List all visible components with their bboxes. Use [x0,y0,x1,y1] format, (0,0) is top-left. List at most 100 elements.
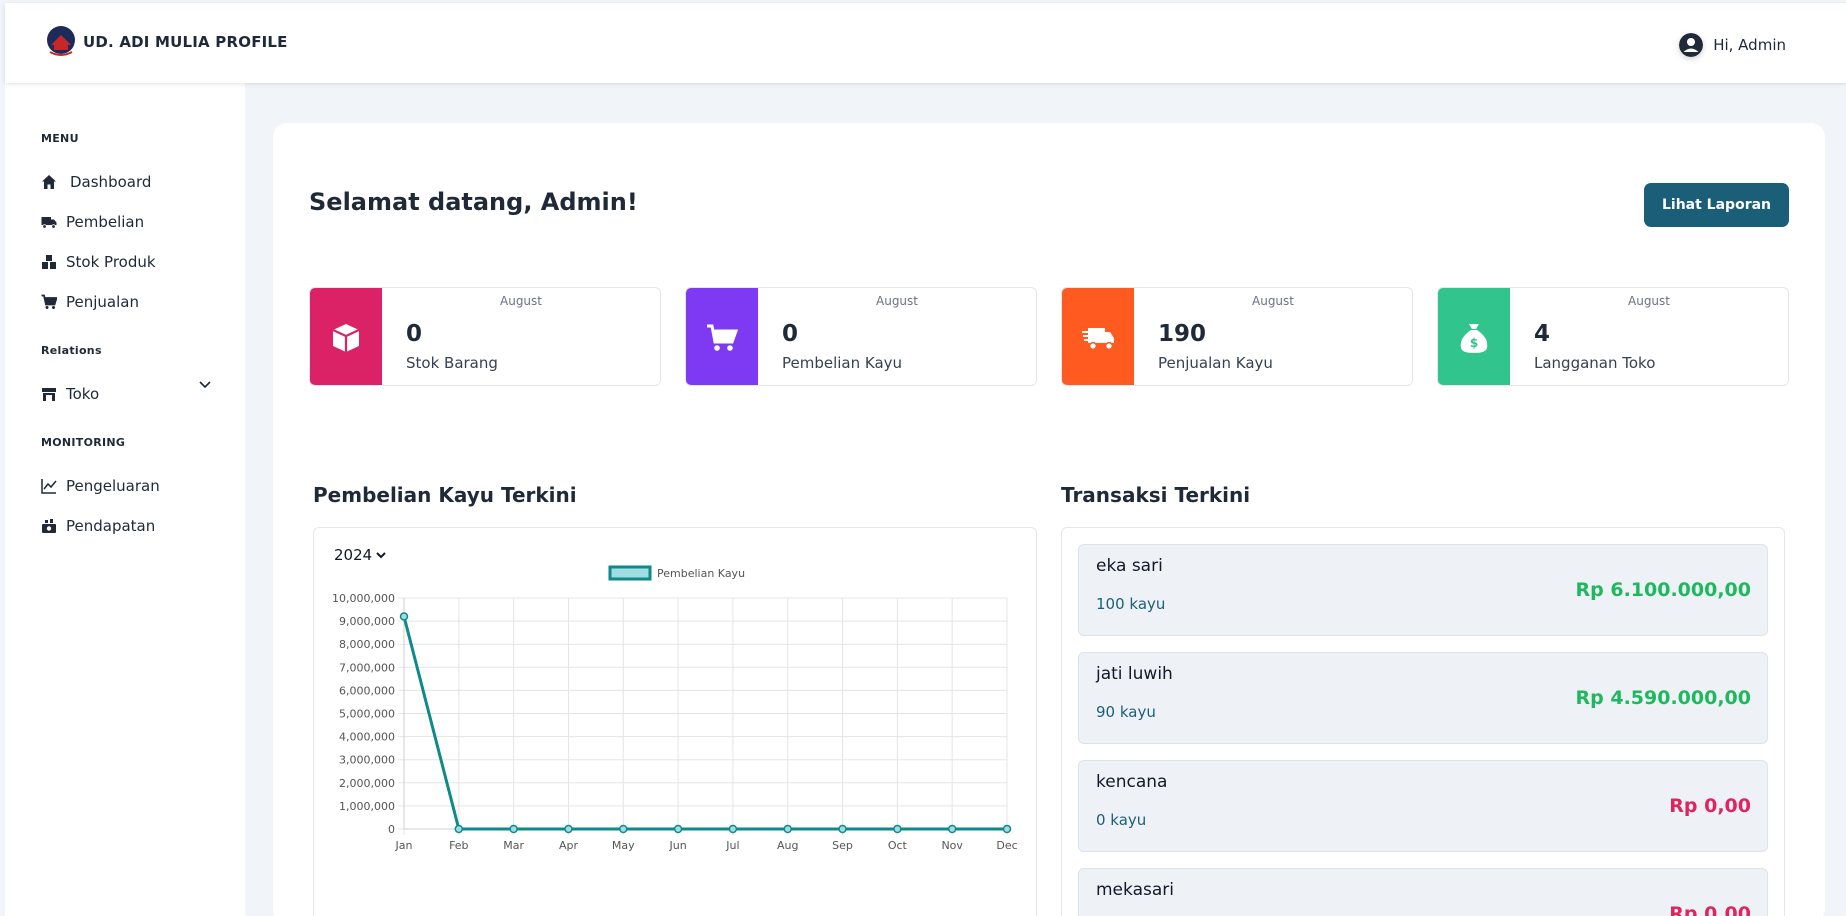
transaction-qty: 100 kayu [1096,595,1166,613]
stat-value: 4 [1534,321,1551,347]
sidebar-item-toko[interactable]: Toko [41,385,99,403]
stat-icon-bg [1062,288,1134,385]
chart-series-line [402,616,1007,831]
stat-label: Stok Barang [406,354,498,372]
line-chart: 0 1,000,000 2,000,000 3,000,000 4,000,000 5,0… [332,565,1018,852]
chart-data-point [509,824,518,834]
user-menu[interactable]: Hi, Admin [1679,33,1786,57]
stat-card-stok-barang[interactable]: August 0 Stok Barang [309,287,661,386]
chart-data-point [838,824,847,834]
chart-data-point [728,824,738,834]
chart-data-point [564,824,573,834]
stat-value: 190 [1158,321,1207,347]
stat-value: 0 [406,321,423,347]
top-navbar: UD. ADI MULIA PROFILE Hi, Admin [5,3,1846,83]
transaction-item[interactable]: kencana 0 kayu Rp 0,00 [1078,760,1768,852]
page-title: Selamat datang, Admin! [309,188,638,216]
sidebar-section-menu: MENU [41,132,79,145]
transaction-amount: Rp 0,00 [1669,903,1751,916]
truck-fast-icon [1082,327,1114,350]
chart-data-point [783,824,792,834]
money-bag-icon: $ [1460,323,1488,353]
svg-text:$: $ [1470,336,1478,350]
stat-label: Penjualan Kayu [1158,354,1273,372]
cart-icon [41,294,57,309]
store-icon [42,388,56,401]
boxes-icon [42,255,56,269]
chart-x-tick-label: Oct [888,839,908,852]
chart-x-tick-label: Sep [832,839,853,852]
transactions-section-title: Transaksi Terkini [1061,483,1251,507]
cart-icon [707,324,739,351]
chart-y-tick-label: 8,000,000 [339,638,395,651]
stat-value: 0 [782,321,799,347]
chart-legend-swatch [608,565,652,581]
transaction-amount: Rp 4.590.000,00 [1575,687,1751,709]
sidebar-item-label: Pendapatan [66,517,156,535]
stat-icon-bg: $ [1438,288,1510,385]
transactions-panel: eka sari 100 kayu Rp 6.100.000,00 jati l… [1061,527,1785,916]
sidebar-item-label: Stok Produk [66,253,156,271]
sidebar-item-label: Toko [66,385,100,403]
sidebar-item-pengeluaran[interactable]: Pengeluaran [41,477,160,495]
stat-card-penjualan-kayu[interactable]: August 190 Penjualan Kayu [1061,287,1413,386]
sidebar-item-label: Penjualan [66,293,139,311]
chart-y-tick-label: 7,000,000 [339,661,395,674]
sidebar-item-penjualan[interactable]: Penjualan [41,293,139,311]
brand-name: UD. ADI MULIA PROFILE [83,33,288,51]
company-logo-icon [47,26,75,56]
chart-y-tick-label: 1,000,000 [339,800,395,813]
transaction-name: jati luwih [1096,664,1173,684]
chart-legend-label: Pembelian Kayu [657,567,745,580]
chart-x-tick-label: Dec [996,839,1017,852]
transaction-qty: 0 kayu [1096,811,1147,829]
user-avatar-icon [1679,33,1704,57]
sidebar-item-pembelian[interactable]: Pembelian [41,213,144,231]
chart-data-point [947,824,957,834]
stat-label: Langganan Toko [1534,354,1656,372]
chart-y-tick-label: 6,000,000 [339,684,395,697]
cube-icon [332,323,360,352]
sidebar-item-label: Pengeluaran [66,477,160,495]
chart-section-title: Pembelian Kayu Terkini [313,483,577,507]
sidebar-item-label: Dashboard [70,173,152,191]
sidebar-item-pendapatan[interactable]: Pendapatan [41,517,155,535]
sidebar-section-relations: Relations [41,344,102,357]
stat-month: August [1628,294,1670,308]
chart-x-tick-label: Jan [395,839,413,852]
transaction-item[interactable]: mekasari Rp 0,00 [1078,868,1768,916]
chart-x-tick-label: Nov [941,839,963,852]
view-report-button[interactable]: Lihat Laporan [1644,183,1789,227]
user-greeting: Hi, Admin [1713,36,1786,54]
transaction-qty: 90 kayu [1096,703,1156,721]
chart-data-point [893,824,902,834]
chart-y-tick-label: 10,000,000 [332,592,395,605]
brand[interactable]: UD. ADI MULIA PROFILE [45,25,288,59]
sidebar-item-stok-produk[interactable]: Stok Produk [41,253,156,271]
stat-month: August [876,294,918,308]
chart-panel: 2024 0 1,000,000 2,000,000 3,000,000 4,000,0… [313,527,1037,916]
sidebar-section-monitoring: MONITORING [41,436,126,449]
chart-x-tick-label: Apr [559,839,579,852]
chevron-down-icon[interactable] [198,377,212,391]
sidebar-item-label: Pembelian [66,213,145,231]
transaction-item[interactable]: jati luwih 90 kayu Rp 4.590.000,00 [1078,652,1768,744]
chart-y-tick-label: 2,000,000 [339,777,395,790]
transaction-name: mekasari [1096,880,1174,900]
sidebar-item-dashboard[interactable]: Dashboard [41,173,151,191]
chart-x-tick-label: Jul [725,839,739,852]
chart-data-point [399,612,409,621]
chart-x-tick-label: Jun [668,839,686,852]
stat-icon-bg [686,288,758,385]
stat-card-pembelian-kayu[interactable]: August 0 Pembelian Kayu [685,287,1037,386]
chart-data-point [673,824,683,834]
chart-y-tick-label: 4,000,000 [339,731,395,744]
chart-x-tick-label: Aug [777,839,798,852]
stat-card-langganan-toko[interactable]: $ August 4 Langganan Toko [1437,287,1789,386]
chart-data-point [454,824,464,834]
stat-label: Pembelian Kayu [782,354,903,372]
stat-icon-bg [310,288,382,385]
chart-data-point [619,824,628,834]
transaction-item[interactable]: eka sari 100 kayu Rp 6.100.000,00 [1078,544,1768,636]
chart-y-tick-label: 5,000,000 [339,708,395,721]
